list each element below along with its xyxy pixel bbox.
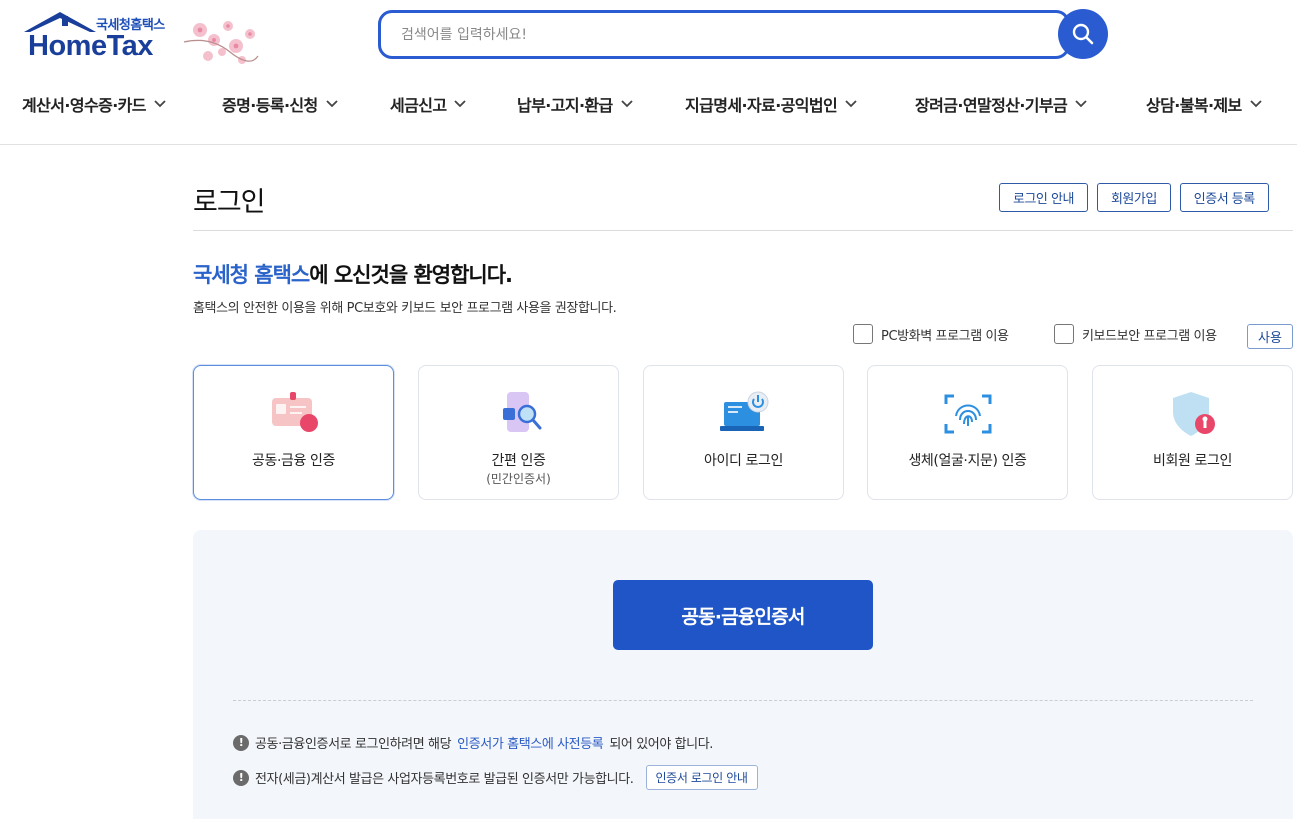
nav-item-consult[interactable]: 상담·불복·제보 <box>1146 92 1262 116</box>
firewall-checkbox[interactable] <box>853 324 873 344</box>
page-title: 로그인 <box>193 187 266 218</box>
login-method-list: 공동·금융 인증 간편 인증 (민간인증서) 아이디 로그인 생체(얼굴·지문)… <box>193 365 1293 500</box>
keyboard-security-checkbox[interactable] <box>1054 324 1074 344</box>
login-method-label: 비회원 로그인 <box>1153 453 1232 469</box>
main-navigation: 계산서·영수증·카드 증명·등록·신청 세금신고 납부·고지·환급 지급명세·자… <box>0 86 1297 122</box>
info-text: 전자(세금)계산서 발급은 사업자등록번호로 발급된 인증서만 가능합니다. <box>255 772 634 787</box>
login-method-sublabel: (민간인증서) <box>486 472 551 486</box>
welcome-heading: 국세청 홈택스에 오신것을 환영합니다. <box>193 259 513 289</box>
exclamation-icon: ! <box>233 734 249 751</box>
laptop-power-icon <box>719 391 768 431</box>
nav-label: 상담·불복·제보 <box>1146 96 1242 115</box>
nav-label: 납부·고지·환급 <box>517 96 613 115</box>
login-method-joint-certificate[interactable]: 공동·금융 인증 <box>193 365 394 500</box>
nav-item-statement[interactable]: 지급명세·자료·공익법인 <box>685 92 857 116</box>
shield-key-icon <box>1172 392 1215 436</box>
security-notice: 홈택스의 안전한 이용을 위해 PC보호와 키보드 보안 프로그램 사용을 권장… <box>193 301 617 316</box>
exclamation-icon: ! <box>233 769 249 786</box>
preregister-link[interactable]: 인증서가 홈택스에 사전등록 <box>457 733 604 752</box>
nav-label: 지급명세·자료·공익법인 <box>685 96 838 115</box>
cherry-blossom-icon <box>183 21 259 64</box>
info-text: 공동·금융인증서로 로그인하려면 해당 <box>255 737 452 752</box>
nav-label: 세금신고 <box>390 96 447 115</box>
welcome-highlight: 국세청 홈택스 <box>193 263 310 287</box>
title-divider <box>193 230 1293 231</box>
nav-item-invoice[interactable]: 계산서·영수증·카드 <box>22 92 166 116</box>
nav-label: 장려금·연말정산·기부금 <box>915 96 1068 115</box>
login-method-biometric[interactable]: 생체(얼굴·지문) 인증 <box>867 365 1068 500</box>
chevron-down-icon <box>1075 100 1087 108</box>
login-method-simple-auth[interactable]: 간편 인증 (민간인증서) <box>418 365 619 500</box>
login-guide-button[interactable]: 로그인 안내 <box>999 183 1088 212</box>
search-input[interactable] <box>401 13 1041 56</box>
chevron-down-icon <box>326 100 338 108</box>
nav-item-payment[interactable]: 납부·고지·환급 <box>517 92 633 116</box>
certificate-login-panel: 공동·금융인증서 ! 공동·금융인증서로 로그인하려면 해당 인증서가 홈택스에… <box>193 530 1293 819</box>
chevron-down-icon <box>621 100 633 108</box>
phone-search-icon <box>502 392 541 432</box>
register-certificate-button[interactable]: 인증서 등록 <box>1179 183 1269 212</box>
info-text: 되어 있어야 합니다. <box>609 737 714 752</box>
signup-button[interactable]: 회원가입 <box>1096 183 1171 212</box>
header-divider <box>0 144 1297 145</box>
login-method-label: 생체(얼굴·지문) 인증 <box>908 453 1027 469</box>
search-button[interactable] <box>1058 9 1108 59</box>
search-icon <box>1072 23 1094 45</box>
chevron-down-icon <box>1250 100 1262 108</box>
info-line-preregister: ! 공동·금융인증서로 로그인하려면 해당 인증서가 홈택스에 사전등록 되어 있… <box>233 733 713 752</box>
firewall-label: PC방화벽 프로그램 이용 <box>881 328 1009 344</box>
chevron-down-icon <box>454 100 467 108</box>
nav-item-incentive[interactable]: 장려금·연말정산·기부금 <box>915 92 1087 116</box>
welcome-text: 에 오신것을 환영합니다. <box>309 263 513 287</box>
chevron-down-icon <box>154 100 166 108</box>
login-method-id[interactable]: 아이디 로그인 <box>643 365 844 500</box>
info-line-invoice: ! 전자(세금)계산서 발급은 사업자등록번호로 발급된 인증서만 가능합니다.… <box>233 765 758 790</box>
certificate-card-icon <box>271 392 318 432</box>
chevron-down-icon <box>845 100 857 108</box>
certificate-login-guide-button[interactable]: 인증서 로그인 안내 <box>645 765 758 790</box>
firewall-option[interactable]: PC방화벽 프로그램 이용 <box>853 324 1009 344</box>
panel-divider <box>233 700 1253 701</box>
hometax-logo[interactable]: 국세청홈택스 HomeTax <box>22 10 262 66</box>
nav-label: 계산서·영수증·카드 <box>22 96 147 115</box>
keyboard-security-label: 키보드보안 프로그램 이용 <box>1082 328 1217 344</box>
nav-label: 증명·등록·신청 <box>222 96 318 115</box>
nav-item-tax-return[interactable]: 세금신고 <box>390 92 467 116</box>
login-method-guest[interactable]: 비회원 로그인 <box>1092 365 1293 500</box>
login-method-label: 공동·금융 인증 <box>252 453 335 469</box>
login-method-label: 간편 인증 <box>491 453 546 469</box>
top-button-group: 로그인 안내 회원가입 인증서 등록 <box>999 183 1269 212</box>
joint-certificate-login-button[interactable]: 공동·금융인증서 <box>613 580 873 650</box>
fingerprint-icon <box>944 394 991 434</box>
keyboard-option[interactable]: 키보드보안 프로그램 이용 <box>1054 324 1217 344</box>
use-button[interactable]: 사용 <box>1247 324 1293 349</box>
logo-title: HomeTax <box>28 30 153 62</box>
search-box <box>378 10 1070 59</box>
nav-item-certificate[interactable]: 증명·등록·신청 <box>222 92 338 116</box>
login-method-label: 아이디 로그인 <box>704 453 783 469</box>
